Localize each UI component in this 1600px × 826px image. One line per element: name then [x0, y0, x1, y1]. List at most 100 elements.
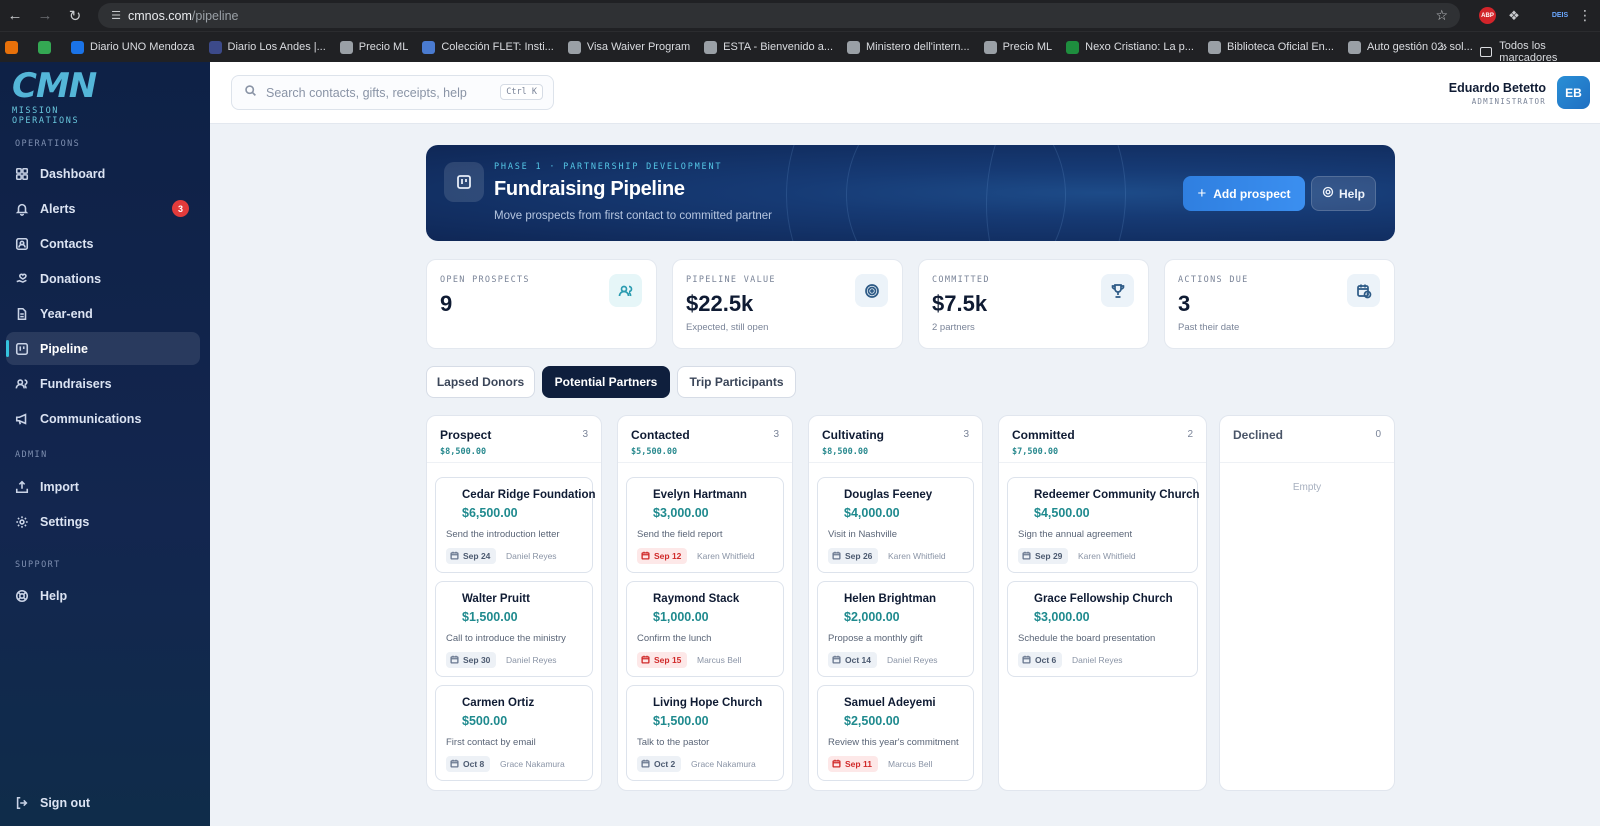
card-owner: Daniel Reyes [506, 551, 557, 561]
bookmark-item[interactable]: Biblioteca Oficial En... [1207, 40, 1334, 54]
bookmark-item[interactable]: Visa Waiver Program [567, 40, 690, 54]
bookmark-item[interactable]: Diario Los Andes |... [208, 40, 326, 54]
avatar[interactable]: EB [1557, 76, 1590, 109]
bookmark-favicon-icon [208, 40, 222, 54]
reload-icon[interactable]: ↻ [60, 0, 90, 31]
site-info-icon[interactable]: ☰ [104, 9, 128, 22]
pipeline-column-prospect: Prospect 3 $8,500.00 Cedar Ridge Foundation… [426, 415, 602, 791]
bookmark-item[interactable] [5, 40, 24, 54]
next-action: Visit in Nashville [828, 529, 897, 540]
add-prospect-button[interactable]: + Add prospect [1183, 176, 1305, 211]
sidebar-item-year-end[interactable]: Year-end [6, 297, 200, 330]
bookmark-item[interactable]: Diario UNO Mendoza [71, 40, 195, 54]
prospect-card[interactable]: Cedar Ridge Foundation $6,500.00 Send the … [435, 477, 596, 573]
back-arrow-icon[interactable]: ← [0, 0, 30, 31]
bookmark-item[interactable]: Nexo Cristiano: La p... [1066, 40, 1194, 54]
column-title: Cultivating [822, 428, 884, 442]
search-input[interactable] [266, 85, 496, 100]
adblock-extension-icon[interactable]: ABP [1479, 7, 1496, 24]
next-action: First contact by email [446, 737, 536, 748]
card-owner: Daniel Reyes [506, 655, 557, 665]
sidebar-item-contacts[interactable]: Contacts [6, 227, 200, 260]
due-date-chip: Sep 15 [637, 652, 688, 668]
prospect-amount: $1,500.00 [462, 610, 518, 624]
bookmark-item[interactable]: Precio ML [983, 40, 1052, 54]
megaphone-icon [15, 412, 29, 426]
due-date: Oct 14 [845, 655, 871, 665]
extensions-puzzle-icon[interactable]: ❖ [1506, 6, 1522, 25]
bookmark-label: Precio ML [358, 41, 409, 53]
sidebar-item-pipeline[interactable]: Pipeline [6, 332, 200, 365]
due-date-chip: Oct 2 [637, 756, 682, 772]
search-icon [244, 84, 257, 102]
forward-arrow-icon[interactable]: → [30, 0, 60, 31]
sidebar-item-help[interactable]: Help [6, 579, 200, 612]
next-action: Send the introduction letter [446, 529, 560, 540]
sidebar-item-alerts[interactable]: Alerts 3 [6, 192, 200, 225]
browser-menu-icon[interactable]: ⋮ [1578, 6, 1592, 25]
global-search[interactable]: Ctrl K [231, 75, 554, 110]
column-header: Prospect 3 $8,500.00 [427, 416, 601, 463]
bookmark-item[interactable] [38, 40, 57, 54]
sidebar-item-settings[interactable]: Settings [6, 505, 200, 538]
more-bookmarks-chevron-icon[interactable]: » [1440, 39, 1447, 54]
bookmark-star-icon[interactable]: ☆ [1435, 7, 1448, 24]
sidebar-item-communications[interactable]: Communications [6, 402, 200, 435]
profile-icon[interactable]: DEIS [1551, 6, 1569, 25]
help-button[interactable]: Help [1311, 176, 1376, 211]
address-bar[interactable]: ☰ cmnos.com/pipeline ☆ [98, 3, 1460, 28]
bookmark-item[interactable]: Colección FLET: Insti... [422, 40, 554, 54]
all-bookmarks-label: Todos los marcadores [1499, 40, 1558, 64]
prospect-name: Raymond Stack [653, 593, 740, 605]
logo-mark: CMN [12, 66, 97, 106]
column-count: 3 [773, 429, 779, 440]
prospect-card[interactable]: Raymond Stack $1,000.00 Confirm the lunch S… [626, 581, 784, 677]
stat-label: OPEN PROSPECTS [440, 275, 530, 285]
next-action: Call to introduce the ministry [446, 633, 566, 644]
due-date-chip: Sep 29 [1018, 548, 1069, 564]
page-subtitle: Move prospects from first contact to com… [494, 210, 773, 222]
sidebar-item-donations[interactable]: Donations [6, 262, 200, 295]
prospect-card[interactable]: Living Hope Church $1,500.00 Talk to the p… [626, 685, 784, 781]
due-date: Sep 26 [845, 551, 873, 561]
prospect-card[interactable]: Evelyn Hartmann $3,000.00 Send the field r… [626, 477, 784, 573]
prospect-card[interactable]: Carmen Ortiz $500.00 First contact by emai… [435, 685, 593, 781]
due-date: Oct 8 [463, 759, 485, 769]
browser-toolbar: ← → ↻ ☰ cmnos.com/pipeline ☆ ABP ❖ DEIS … [0, 0, 1600, 31]
prospect-card[interactable]: Samuel Adeyemi $2,500.00 Review this year'… [817, 685, 974, 781]
section-label-operations: OPERATIONS [15, 139, 81, 149]
prospect-card[interactable]: Redeemer Community Church $4,500.00 Sign t… [1007, 477, 1200, 573]
bookmarks-bar: Diario UNO Mendoza Diario Los Andes |... P… [0, 31, 1600, 64]
sign-out-button[interactable]: Sign out [6, 786, 200, 819]
bookmark-favicon-icon [5, 40, 18, 54]
sidebar-item-label: Communications [40, 411, 142, 426]
brand-logo[interactable]: CMN MISSION OPERATIONS [12, 66, 122, 126]
bookmark-favicon-icon [983, 40, 997, 54]
prospect-card[interactable]: Grace Fellowship Church $3,000.00 Schedule… [1007, 581, 1198, 677]
stat-note: Past their date [1178, 322, 1240, 333]
prospect-card[interactable]: Helen Brightman $2,000.00 Propose a monthl… [817, 581, 974, 677]
sidebar-item-fundraisers[interactable]: Fundraisers [6, 367, 200, 400]
upload-icon [15, 480, 29, 494]
all-bookmarks-folder[interactable]: Todos los marcadores [1480, 40, 1600, 64]
bookmark-item[interactable]: Precio ML [339, 40, 409, 54]
tab-potential-partners[interactable]: Potential Partners [542, 366, 670, 398]
calendar-icon [641, 759, 654, 770]
prospect-card[interactable]: Douglas Feeney $4,000.00 Visit in Nashvill… [817, 477, 974, 573]
alerts-count-badge: 3 [172, 200, 189, 217]
user-role: ADMINISTRATOR [1471, 97, 1546, 106]
bookmark-item[interactable]: Auto gestión 02: sol... [1347, 40, 1473, 54]
sign-out-icon [15, 796, 29, 810]
card-owner: Daniel Reyes [887, 655, 938, 665]
prospect-card[interactable]: Walter Pruitt $1,500.00 Call to introduce … [435, 581, 593, 677]
sidebar-item-dashboard[interactable]: Dashboard [6, 157, 200, 190]
tab-lapsed-donors[interactable]: Lapsed Donors [426, 366, 535, 398]
column-title: Declined [1233, 428, 1284, 442]
bookmark-item[interactable]: ESTA - Bienvenido a... [704, 40, 833, 54]
bookmark-item[interactable]: Ministero dell'intern... [847, 40, 970, 54]
bookmark-favicon-icon [1066, 40, 1080, 54]
sidebar-item-import[interactable]: Import [6, 470, 200, 503]
tab-trip-participants[interactable]: Trip Participants [677, 366, 796, 398]
bookmark-label: Colección FLET: Insti... [441, 41, 554, 53]
column-title: Committed [1012, 428, 1075, 442]
